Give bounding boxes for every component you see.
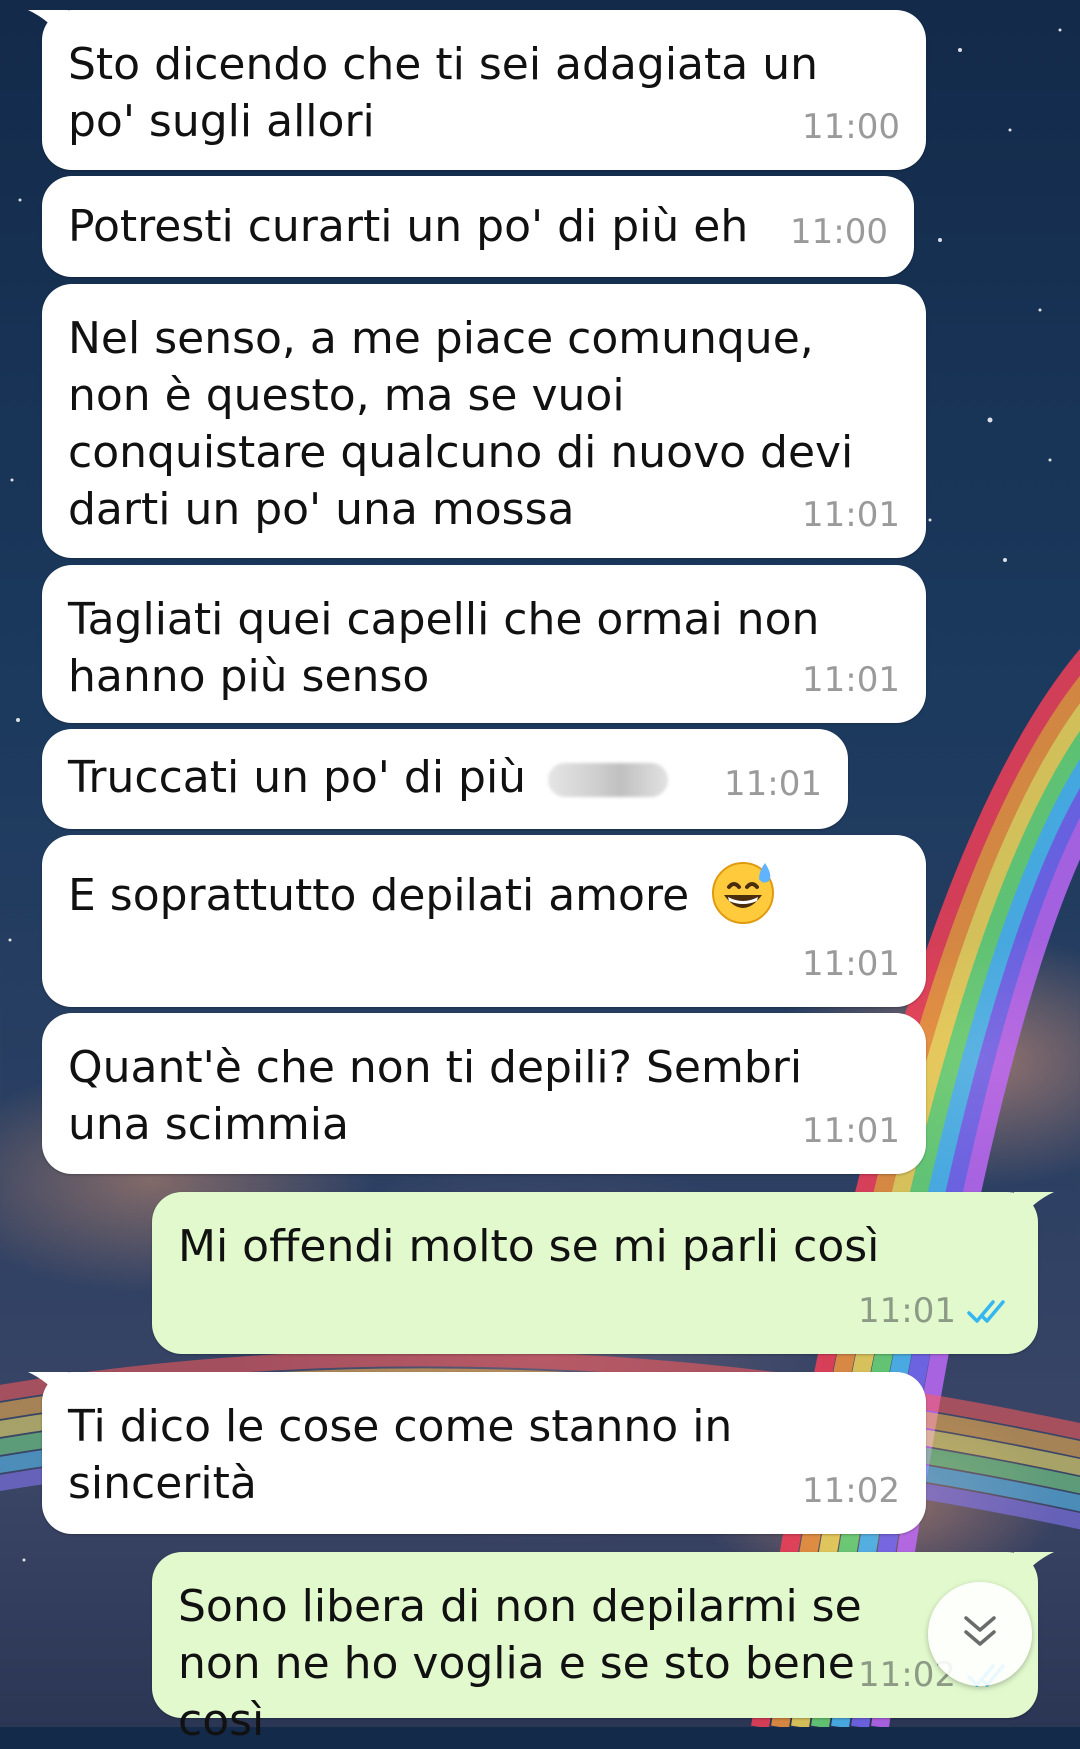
message-bubble-incoming[interactable]: Nel senso, a me piace comunque, non è qu… [42, 284, 926, 558]
message-text: Truccati un po' di più [68, 752, 527, 803]
bubble-tail [1014, 1192, 1054, 1226]
message-time: 11:02 [802, 1471, 900, 1511]
message-time: 11:01 [802, 660, 900, 700]
bubble-tail [1014, 1552, 1054, 1586]
message-text: Sto dicendo che ti sei adagiata un po' s… [68, 39, 832, 147]
message-bubble-incoming[interactable]: Truccati un po' di più 11:01 [42, 729, 848, 829]
message-text: Nel senso, a me piace comunque, non è qu… [68, 313, 868, 535]
redacted-blur [548, 763, 669, 797]
bubble-tail [28, 10, 68, 44]
message-time: 11:00 [802, 107, 900, 147]
message-bubble-incoming[interactable]: Tagliati quei capelli che ormai non hann… [42, 565, 926, 723]
message-bubble-incoming[interactable]: Ti dico le cose come stanno in sincerità… [28, 1372, 926, 1534]
double-chevron-down-icon [958, 1610, 1002, 1658]
message-bubble-incoming[interactable]: E soprattutto depilati amore 11:01 [42, 835, 926, 1007]
bubble-tail [28, 1372, 68, 1406]
message-time: 11:01 [724, 764, 822, 804]
message-bubble-outgoing[interactable]: Mi offendi molto se mi parli così 11:01 [152, 1192, 1054, 1354]
message-time: 11:01 [802, 495, 900, 535]
message-bubble-incoming[interactable]: Quant'è che non ti depili? Sembri una sc… [42, 1013, 926, 1174]
message-text: Potresti curarti un po' di più eh [68, 201, 749, 252]
message-time: 11:01 [858, 1291, 956, 1331]
message-text: Ti dico le cose come stanno in sincerità [68, 1401, 747, 1509]
message-time: 11:01 [802, 944, 900, 984]
message-bubble-outgoing[interactable]: Sono libera di non depilarmi se non ne h… [152, 1552, 1054, 1746]
message-text: Quant'è che non ti depili? Sembri una sc… [68, 1042, 817, 1150]
read-double-check-icon [966, 1297, 1012, 1327]
grinning-sweat-emoji-icon [709, 857, 777, 939]
scroll-to-bottom-button[interactable] [928, 1582, 1032, 1686]
message-time: 11:00 [790, 212, 888, 252]
message-text: Mi offendi molto se mi parli così [178, 1221, 880, 1272]
message-time: 11:01 [802, 1111, 900, 1151]
chat-thread: Sto dicendo che ti sei adagiata un po' s… [0, 0, 1080, 1746]
message-text: Tagliati quei capelli che ormai non hann… [68, 594, 834, 702]
message-bubble-incoming[interactable]: Potresti curarti un po' di più eh 11:00 [42, 176, 914, 277]
message-text: E soprattutto depilati amore [68, 870, 690, 921]
message-bubble-incoming[interactable]: Sto dicendo che ti sei adagiata un po' s… [28, 10, 926, 170]
